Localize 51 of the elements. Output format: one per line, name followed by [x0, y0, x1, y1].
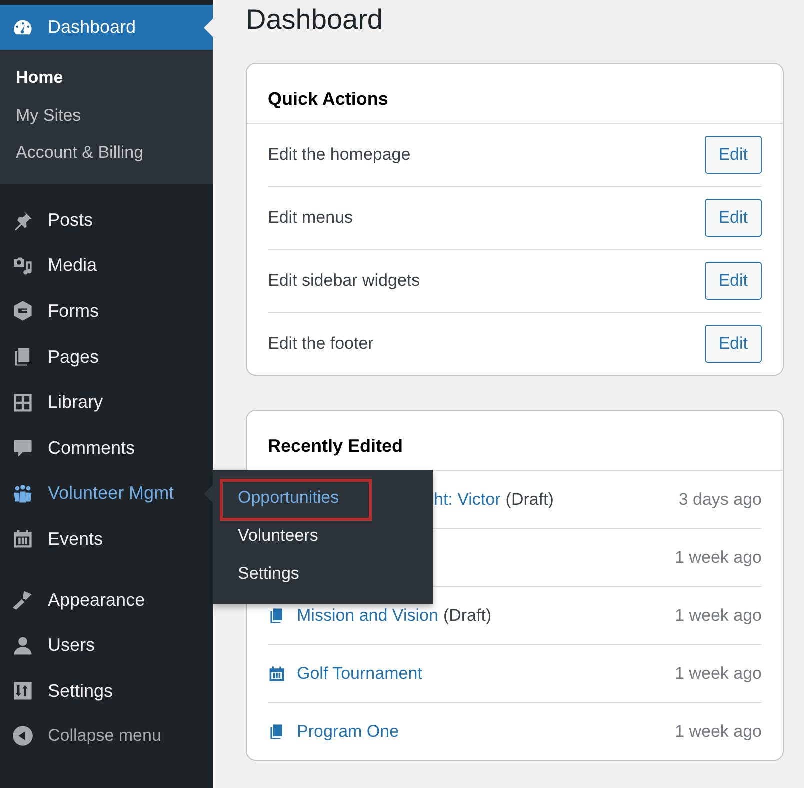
notch-marker — [204, 19, 213, 37]
menu-item[interactable]: Events — [0, 516, 213, 562]
action-label: Edit sidebar widgets — [268, 271, 420, 291]
menu-item[interactable]: Posts — [0, 198, 213, 244]
card-title: Quick Actions — [247, 64, 783, 124]
flyout-item[interactable]: Settings — [213, 555, 433, 593]
menu-item[interactable]: Appearance — [0, 577, 213, 623]
post-link[interactable]: Program One — [297, 722, 400, 742]
post-link[interactable]: ht: Victor — [434, 490, 501, 510]
menu-item[interactable]: Dashboard — [0, 5, 213, 50]
time-label: 1 week ago — [675, 606, 762, 626]
menu-item[interactable]: Users — [0, 622, 213, 668]
time-label: 1 week ago — [675, 548, 762, 568]
collapse-arrow-icon — [12, 725, 34, 748]
post-link[interactable]: Golf Tournament — [297, 664, 422, 684]
card-title: Recently Edited — [247, 411, 783, 471]
status-label: (Draft) — [506, 490, 554, 510]
calendar-icon — [268, 664, 286, 682]
status-label: (Draft) — [443, 606, 492, 626]
menu-item[interactable]: Comments — [0, 425, 213, 472]
action-label: Edit the homepage — [268, 145, 411, 165]
menu-item[interactable]: Pages — [0, 334, 213, 380]
sliders-icon — [12, 680, 34, 702]
menu-item[interactable]: Settings — [0, 668, 213, 714]
edit-button[interactable]: Edit — [704, 136, 762, 174]
flyout-item[interactable]: Opportunities — [213, 479, 433, 517]
submenu-item[interactable]: My Sites — [0, 96, 213, 134]
calendar-icon — [12, 528, 34, 550]
people-icon — [12, 482, 34, 505]
menu-item[interactable]: Media — [0, 243, 213, 289]
hexagon-form-icon — [12, 300, 34, 322]
menu-item[interactable]: Library — [0, 380, 213, 426]
submenu-item[interactable]: Account & Billing — [0, 134, 213, 172]
time-label: 3 days ago — [678, 490, 762, 510]
time-label: 1 week ago — [675, 664, 762, 684]
collapse-menu-button[interactable]: Collapse menu — [0, 714, 213, 758]
page-title: Dashboard — [246, 4, 384, 36]
action-label: Edit the footer — [268, 334, 374, 354]
action-label: Edit menus — [268, 208, 354, 228]
edit-button[interactable]: Edit — [704, 199, 762, 237]
submenu-item[interactable]: Home — [0, 59, 213, 96]
paintbrush-icon — [12, 589, 34, 612]
grid-icon — [12, 392, 34, 414]
post-link[interactable]: Mission and Vision — [297, 606, 438, 626]
edit-button[interactable]: Edit — [704, 325, 762, 363]
menu-item[interactable]: Forms — [0, 288, 213, 334]
person-icon — [12, 634, 34, 657]
time-label: 1 week ago — [675, 722, 762, 742]
flyout-item[interactable]: Volunteers — [213, 517, 433, 555]
edit-button[interactable]: Edit — [704, 262, 762, 300]
menu-item[interactable]: Volunteer Mgmt — [0, 471, 213, 517]
